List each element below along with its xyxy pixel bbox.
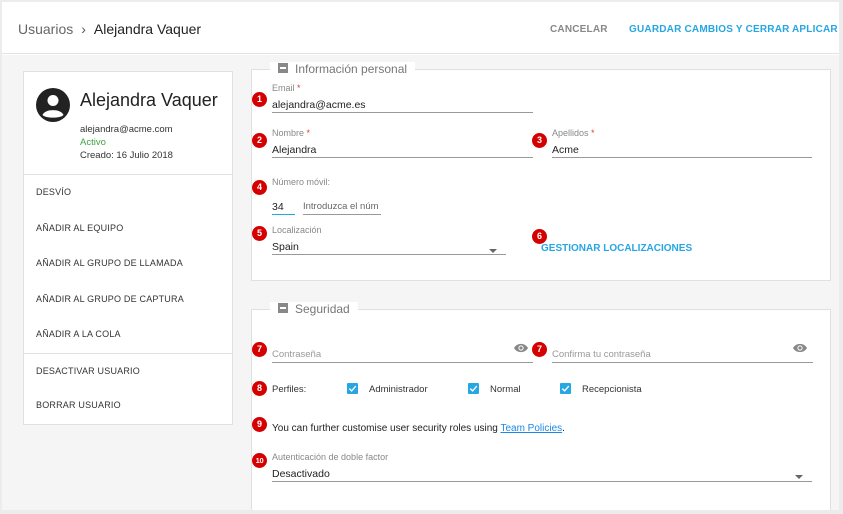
top-bar: Usuarios › Alejandra Vaquer CANCELAR GUARD…: [2, 2, 839, 54]
badge-4: 4: [252, 180, 267, 195]
nombre-label: Nombre: [272, 128, 305, 138]
checkbox-recepcionista[interactable]: [560, 383, 571, 394]
apellidos-label: Apellidos: [552, 128, 589, 138]
required-mark: *: [591, 128, 595, 138]
badge-9: 9: [252, 417, 267, 432]
check-icon: [561, 385, 570, 392]
required-mark: *: [306, 128, 311, 138]
two-factor-label: Autenticación de doble factor: [272, 452, 389, 462]
security-title[interactable]: Seguridad: [270, 302, 358, 316]
movil-prefix-input[interactable]: 34: [272, 199, 295, 215]
security-roles-text: You can further customise user security …: [272, 423, 565, 434]
eye-icon[interactable]: [793, 343, 807, 353]
user-email: alejandra@acme.com: [80, 124, 173, 135]
cancel-button[interactable]: CANCELAR: [550, 24, 608, 35]
badge-7b: 7: [532, 342, 547, 357]
badge-2: 2: [252, 133, 267, 148]
badge-8: 8: [252, 381, 267, 396]
user-summary-card: Alejandra Vaquer alejandra@acme.com Acti…: [23, 71, 233, 425]
save-and-close-button[interactable]: GUARDAR CAMBIOS Y CERRAR: [629, 24, 790, 35]
caret-down-icon[interactable]: [795, 475, 803, 479]
badge-1: 1: [252, 92, 267, 107]
account-circle-icon: [36, 88, 70, 122]
menu-item-desvio[interactable]: DESVÍO: [24, 175, 232, 211]
minus-square-icon[interactable]: [278, 63, 288, 73]
required-mark: *: [297, 83, 301, 93]
profile-label-recepcionista: Recepcionista: [582, 384, 642, 395]
email-field[interactable]: Email * alejandra@acme.es: [272, 83, 533, 113]
menu-item-add-to-pickup-group[interactable]: AÑADIR AL GRUPO DE CAPTURA: [24, 282, 232, 318]
app-window: Usuarios › Alejandra Vaquer CANCELAR GUARD…: [2, 2, 839, 510]
badge-5: 5: [252, 226, 267, 241]
perfiles-label: Perfiles:: [272, 384, 307, 395]
movil-number-input[interactable]: Introduzca el núm: [303, 199, 381, 215]
minus-square-icon[interactable]: [278, 303, 288, 313]
breadcrumb: Usuarios › Alejandra Vaquer: [18, 21, 201, 37]
user-created-date: Creado: 16 Julio 2018: [80, 150, 173, 161]
check-icon: [469, 385, 478, 392]
two-factor-value[interactable]: Desactivado: [272, 466, 812, 482]
badge-10: 10: [252, 453, 267, 468]
two-factor-select[interactable]: Autenticación de doble factor Desactivad…: [272, 452, 812, 482]
password-input[interactable]: Contraseña: [272, 347, 533, 363]
localizacion-select[interactable]: Localización Spain: [272, 225, 506, 255]
menu-item-deactivate-user[interactable]: DESACTIVAR USUARIO: [24, 352, 232, 389]
movil-field: Número móvil:: [272, 177, 392, 187]
localizacion-value[interactable]: Spain: [272, 239, 506, 255]
personal-info-title[interactable]: Información personal: [270, 62, 416, 76]
badge-6: 6: [532, 229, 547, 244]
movil-number-field[interactable]: Introduzca el núm: [303, 195, 381, 215]
user-status: Activo: [80, 137, 106, 148]
movil-prefix-field[interactable]: 34: [272, 195, 295, 215]
security-panel: Seguridad 7 Contraseña 7 Confirma tu con…: [251, 302, 831, 510]
apellidos-field[interactable]: Apellidos * Acme: [552, 128, 812, 158]
profile-label-administrador: Administrador: [369, 384, 428, 395]
localizacion-label: Localización: [272, 225, 322, 235]
profile-label-normal: Normal: [490, 384, 521, 395]
menu-item-delete-user[interactable]: BORRAR USUARIO: [24, 388, 232, 424]
breadcrumb-root-link[interactable]: Usuarios: [18, 21, 73, 37]
password-field[interactable]: Contraseña: [272, 343, 533, 363]
badge-7: 7: [252, 342, 267, 357]
user-name: Alejandra Vaquer: [80, 90, 218, 110]
breadcrumb-separator: ›: [81, 21, 86, 37]
check-icon: [348, 385, 357, 392]
checkbox-normal[interactable]: [468, 383, 479, 394]
manage-locations-link[interactable]: GESTIONAR LOCALIZACIONES: [541, 243, 692, 254]
nombre-field[interactable]: Nombre * Alejandra: [272, 128, 533, 158]
confirm-password-input[interactable]: Confirma tu contraseña: [552, 347, 813, 363]
confirm-password-field[interactable]: Confirma tu contraseña: [552, 343, 813, 363]
menu-item-add-to-queue[interactable]: AÑADIR A LA COLA: [24, 317, 232, 353]
apellidos-input[interactable]: Acme: [552, 142, 812, 158]
email-label: Email: [272, 83, 295, 93]
user-actions-menu: DESVÍO AÑADIR AL EQUIPO AÑADIR AL GRUPO …: [24, 174, 232, 424]
checkbox-administrador[interactable]: [347, 383, 358, 394]
badge-3: 3: [532, 133, 547, 148]
eye-icon[interactable]: [514, 343, 528, 353]
personal-info-panel: Información personal 1 Email * alejandra…: [251, 62, 831, 281]
movil-label: Número móvil:: [272, 177, 331, 187]
email-input[interactable]: alejandra@acme.es: [272, 97, 533, 113]
caret-down-icon[interactable]: [489, 249, 497, 253]
main-content: Alejandra Vaquer alejandra@acme.com Acti…: [2, 55, 839, 510]
team-policies-link[interactable]: Team Policies: [500, 423, 562, 434]
menu-item-add-to-team[interactable]: AÑADIR AL EQUIPO: [24, 211, 232, 247]
apply-button[interactable]: APLICAR: [792, 24, 838, 35]
breadcrumb-current: Alejandra Vaquer: [93, 21, 202, 37]
menu-item-add-to-call-group[interactable]: AÑADIR AL GRUPO DE LLAMADA: [24, 246, 232, 282]
nombre-input[interactable]: Alejandra: [272, 142, 533, 158]
